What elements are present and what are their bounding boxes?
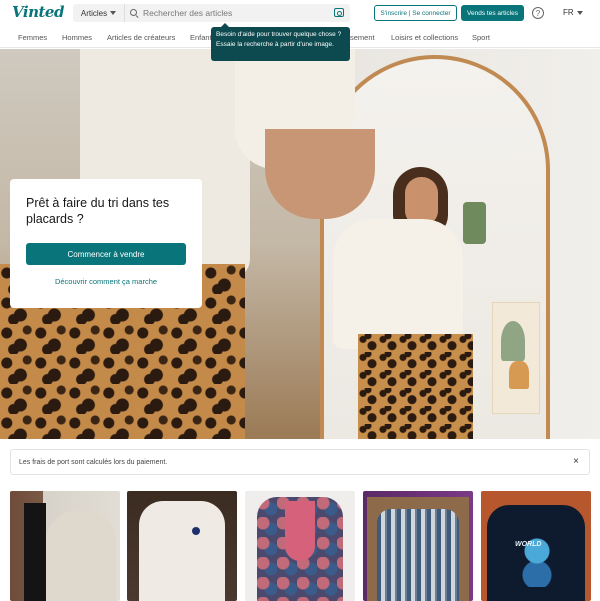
shipping-notice: Les frais de port sont calculés lors du … bbox=[10, 449, 590, 475]
help-icon[interactable]: ? bbox=[532, 7, 544, 19]
chevron-down-icon bbox=[110, 11, 117, 15]
nav-item-femmes[interactable]: Femmes bbox=[18, 33, 47, 42]
product-card[interactable] bbox=[363, 491, 473, 601]
nav-item-hommes[interactable]: Hommes bbox=[62, 33, 92, 42]
top-header: Vinted Articles S'inscrire | Se connecte… bbox=[0, 0, 600, 26]
model-arm-image bbox=[265, 129, 375, 219]
close-icon[interactable]: × bbox=[573, 457, 579, 467]
start-selling-button[interactable]: Commencer à vendre bbox=[26, 243, 186, 265]
camera-icon[interactable] bbox=[334, 8, 344, 17]
product-card[interactable] bbox=[10, 491, 120, 601]
language-label: FR bbox=[563, 8, 574, 17]
chevron-down-icon bbox=[576, 10, 583, 15]
product-card[interactable] bbox=[245, 491, 355, 601]
reflection-face-image bbox=[405, 177, 438, 225]
hero-title: Prêt à faire du tri dans tes placards ? bbox=[26, 196, 170, 226]
hero-card: Prêt à faire du tri dans tes placards ? … bbox=[10, 179, 202, 308]
search-input[interactable] bbox=[143, 8, 323, 18]
language-selector[interactable]: FR bbox=[563, 8, 583, 17]
wall-painting-image bbox=[492, 302, 540, 414]
image-search-tooltip: Besoin d'aide pour trouver quelque chose… bbox=[211, 23, 350, 61]
sell-items-button[interactable]: Vends tes articles bbox=[461, 5, 524, 21]
nav-item-loisirs[interactable]: Loisirs et collections bbox=[391, 33, 458, 42]
hero-banner: Prêt à faire du tri dans tes placards ? … bbox=[0, 49, 600, 439]
nav-item-createurs[interactable]: Articles de créateurs bbox=[107, 33, 175, 42]
discover-how-it-works-link[interactable]: Découvrir comment ça marche bbox=[26, 277, 186, 286]
category-select-label: Articles bbox=[80, 8, 108, 18]
category-select[interactable]: Articles bbox=[73, 4, 125, 22]
nav-item-sport[interactable]: Sport bbox=[472, 33, 490, 42]
nav-item-enfant[interactable]: Enfant bbox=[190, 33, 212, 42]
product-card[interactable] bbox=[127, 491, 237, 601]
search-icon bbox=[130, 8, 139, 18]
product-card[interactable]: WORLD bbox=[481, 491, 591, 601]
tshirt-print-text: WORLD bbox=[515, 541, 542, 548]
nav-item-divertissement[interactable]: sement bbox=[350, 33, 375, 42]
vinted-logo[interactable]: Vinted bbox=[12, 3, 64, 21]
phone-image bbox=[463, 202, 486, 244]
shipping-notice-text: Les frais de port sont calculés lors du … bbox=[19, 459, 168, 466]
reflection-pants-image bbox=[358, 334, 473, 439]
login-signup-button[interactable]: S'inscrire | Se connecter bbox=[374, 5, 457, 21]
search-bar: Articles bbox=[73, 4, 350, 22]
reflection-top-image bbox=[333, 219, 463, 349]
